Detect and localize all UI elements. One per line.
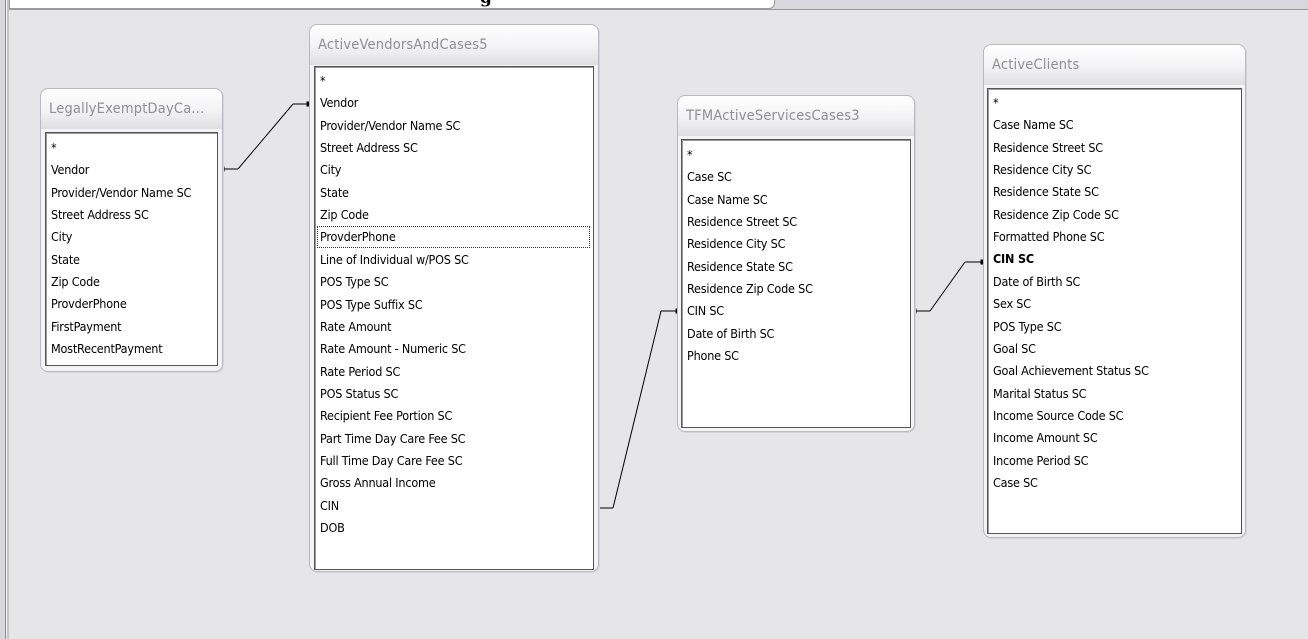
- field-item[interactable]: DOB: [320, 517, 589, 539]
- table-title[interactable]: ActiveClients: [984, 45, 1245, 85]
- field-item[interactable]: Sex SC: [993, 293, 1237, 315]
- field-item[interactable]: *: [993, 92, 1237, 114]
- window-left-border: [0, 0, 9, 639]
- field-item[interactable]: Residence City SC: [993, 159, 1237, 181]
- field-item[interactable]: Gross Annual Income: [320, 472, 589, 494]
- field-item[interactable]: State: [51, 249, 213, 271]
- field-item[interactable]: Street Address SC: [51, 204, 213, 226]
- field-item[interactable]: Residence City SC: [687, 233, 906, 255]
- field-item[interactable]: Income Source Code SC: [993, 405, 1237, 427]
- field-item[interactable]: Date of Birth SC: [687, 323, 906, 345]
- field-item[interactable]: POS Status SC: [320, 383, 589, 405]
- field-item[interactable]: Line of Individual w/POS SC: [320, 249, 589, 271]
- field-item[interactable]: CIN SC: [993, 248, 1237, 270]
- field-item[interactable]: City: [320, 159, 589, 181]
- field-item[interactable]: Rate Amount: [320, 316, 589, 338]
- field-list[interactable]: * Vendor Provider/Vendor Name SC Street Add…: [45, 132, 218, 366]
- field-item[interactable]: *: [320, 70, 589, 92]
- field-item[interactable]: Provider/Vendor Name SC: [51, 182, 213, 204]
- document-tab[interactable]: g: [9, 0, 775, 9]
- field-item[interactable]: CIN: [320, 495, 589, 517]
- field-item[interactable]: State: [320, 182, 589, 204]
- field-item[interactable]: Street Address SC: [320, 137, 589, 159]
- field-item[interactable]: Goal SC: [993, 338, 1237, 360]
- field-item[interactable]: Goal Achievement Status SC: [993, 360, 1237, 382]
- field-item[interactable]: Vendor: [51, 159, 213, 181]
- field-item[interactable]: Case SC: [687, 166, 906, 188]
- field-item[interactable]: POS Type SC: [993, 316, 1237, 338]
- field-item[interactable]: Residence Zip Code SC: [993, 204, 1237, 226]
- table-title[interactable]: ActiveVendorsAndCases5: [310, 25, 598, 65]
- field-item[interactable]: Income Period SC: [993, 450, 1237, 472]
- field-item[interactable]: Marital Status SC: [993, 383, 1237, 405]
- field-item[interactable]: Part Time Day Care Fee SC: [320, 428, 589, 450]
- field-item[interactable]: Income Amount SC: [993, 427, 1237, 449]
- field-item[interactable]: POS Type Suffix SC: [320, 294, 589, 316]
- field-list[interactable]: * Case Name SC Residence Street SC Residenc…: [987, 88, 1242, 534]
- document-tab-title: g: [480, 0, 492, 8]
- field-list[interactable]: * Vendor Provider/Vendor Name SC Street Add…: [314, 66, 594, 570]
- field-item[interactable]: Provider/Vendor Name SC: [320, 115, 589, 137]
- field-item[interactable]: Case SC: [993, 472, 1237, 494]
- field-item[interactable]: City: [51, 226, 213, 248]
- field-item[interactable]: *: [687, 144, 906, 166]
- field-item[interactable]: Residence Street SC: [687, 211, 906, 233]
- field-item[interactable]: *: [51, 137, 213, 159]
- field-item[interactable]: Rate Amount - Numeric SC: [320, 338, 589, 360]
- field-item[interactable]: Zip Code: [51, 271, 213, 293]
- field-item[interactable]: FirstPayment: [51, 316, 213, 338]
- field-item[interactable]: Recipient Fee Portion SC: [320, 405, 589, 427]
- field-item[interactable]: Full Time Day Care Fee SC: [320, 450, 589, 472]
- field-item[interactable]: CIN SC: [687, 300, 906, 322]
- field-item[interactable]: Phone SC: [687, 345, 906, 367]
- field-item[interactable]: ProvderPhone: [317, 226, 590, 249]
- field-item[interactable]: POS Type SC: [320, 271, 589, 293]
- field-item[interactable]: Residence Zip Code SC: [687, 278, 906, 300]
- field-item[interactable]: Vendor: [320, 92, 589, 114]
- field-item[interactable]: Case Name SC: [687, 189, 906, 211]
- field-item[interactable]: Residence State SC: [993, 181, 1237, 203]
- field-item[interactable]: MostRecentPayment: [51, 338, 213, 360]
- field-item[interactable]: Residence State SC: [687, 256, 906, 278]
- field-item[interactable]: Date of Birth SC: [993, 271, 1237, 293]
- field-item[interactable]: Residence Street SC: [993, 137, 1237, 159]
- table-title[interactable]: LegallyExemptDayCa...: [41, 89, 222, 129]
- field-item[interactable]: ProvderPhone: [51, 293, 213, 315]
- field-item[interactable]: Rate Period SC: [320, 361, 589, 383]
- table-title[interactable]: TFMActiveServicesCases3: [678, 96, 914, 136]
- field-item[interactable]: Zip Code: [320, 204, 589, 226]
- field-item[interactable]: Case Name SC: [993, 114, 1237, 136]
- field-item[interactable]: Formatted Phone SC: [993, 226, 1237, 248]
- field-list[interactable]: * Case SC Case Name SC Residence Street SC R…: [681, 139, 911, 428]
